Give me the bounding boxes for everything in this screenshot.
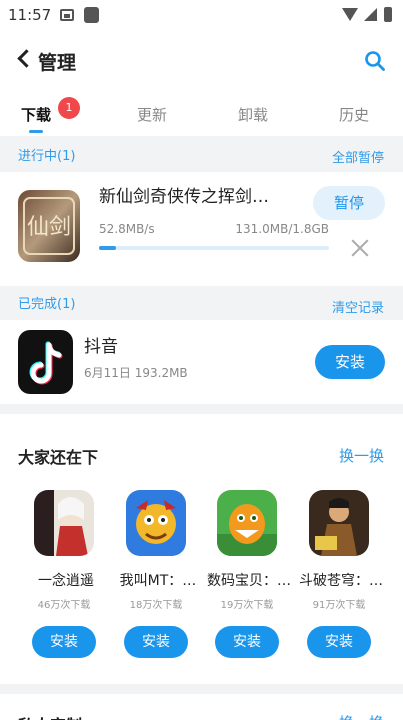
active-tab-indicator bbox=[29, 130, 43, 133]
download-speed: 52.8MB/s bbox=[99, 222, 155, 236]
digimon-app-icon bbox=[217, 490, 277, 556]
yinian-app-icon bbox=[34, 490, 94, 556]
status-time: 11:57 bbox=[8, 6, 52, 24]
downloading-app-name: 新仙剑奇侠传之挥剑… bbox=[99, 187, 269, 207]
recommend-app-name: 我叫MT：… bbox=[119, 573, 197, 589]
woshimt-app-icon bbox=[126, 490, 186, 556]
tab-update[interactable]: 更新 bbox=[137, 104, 167, 125]
download-progress-text: 131.0MB/1.8GB bbox=[235, 222, 329, 236]
install-button[interactable]: 安装 bbox=[215, 626, 279, 658]
tab-uninstall[interactable]: 卸载 bbox=[238, 104, 268, 125]
downloading-section-title: 进行中(1) bbox=[18, 149, 76, 164]
refresh-button[interactable]: 换一换 bbox=[339, 445, 384, 466]
recommend-app-name: 一念逍遥 bbox=[38, 573, 94, 589]
wifi-icon bbox=[342, 8, 358, 21]
completed-app-name: 抖音 bbox=[84, 337, 118, 357]
recommend-item[interactable]: 一念逍遥 46万次下载 安装 bbox=[18, 490, 108, 660]
tab-history[interactable]: 历史 bbox=[339, 104, 369, 125]
pause-button[interactable]: 暂停 bbox=[313, 186, 385, 220]
completed-section-title: 已完成(1) bbox=[18, 297, 76, 312]
search-icon[interactable] bbox=[364, 50, 386, 72]
douyin-app-icon bbox=[18, 330, 73, 394]
back-arrow-icon[interactable] bbox=[17, 49, 36, 68]
install-button[interactable]: 安装 bbox=[307, 626, 371, 658]
svg-text:仙剑: 仙剑 bbox=[27, 215, 71, 240]
downloading-item: 仙剑 新仙剑奇侠传之挥剑… 52.8MB/s 131.0MB/1.8GB 暂停 bbox=[0, 172, 403, 286]
clear-records-button[interactable]: 清空记录 bbox=[332, 297, 384, 316]
install-button[interactable]: 安装 bbox=[315, 345, 385, 379]
download-progress-bar bbox=[99, 246, 329, 250]
status-bar: 11:57 bbox=[0, 0, 403, 32]
recommend-item[interactable]: 数码宝贝：… 19万次下载 安装 bbox=[201, 490, 291, 660]
completed-item: 抖音 6月11日 193.2MB 安装 bbox=[0, 320, 403, 404]
app-header: 管理 bbox=[0, 32, 403, 90]
xianjian-app-icon: 仙剑 bbox=[18, 190, 80, 262]
recommend-title: 大家还在下 bbox=[18, 448, 99, 467]
page-title: 管理 bbox=[38, 52, 77, 74]
recommend-download-count: 91万次下载 bbox=[312, 600, 366, 611]
install-button[interactable]: 安装 bbox=[32, 626, 96, 658]
signal-icon bbox=[364, 8, 377, 21]
next-section-title: 私人定制 bbox=[18, 712, 82, 720]
recommend-download-count: 19万次下载 bbox=[220, 600, 274, 611]
recommend-app-name: 斗破苍穹：… bbox=[299, 573, 383, 589]
doupo-app-icon bbox=[309, 490, 369, 556]
cancel-download-icon[interactable] bbox=[350, 238, 370, 258]
next-section: 私人定制 换一换 bbox=[0, 694, 403, 720]
tab-bar: 下载 1 更新 卸载 历史 bbox=[0, 90, 403, 136]
battery-icon bbox=[384, 7, 392, 22]
recommend-section: 大家还在下 换一换 一念逍遥 46万次下载 安装 我叫MT：… 18万次下载 安… bbox=[0, 414, 403, 684]
next-section-refresh[interactable]: 换一换 bbox=[339, 712, 384, 720]
gallery-notification-icon bbox=[60, 9, 74, 21]
completed-app-meta: 6月11日 193.2MB bbox=[84, 366, 188, 380]
app-notification-icon bbox=[84, 7, 99, 23]
recommend-download-count: 18万次下载 bbox=[129, 600, 183, 611]
download-count-badge: 1 bbox=[58, 97, 80, 119]
install-button[interactable]: 安装 bbox=[124, 626, 188, 658]
recommend-app-name: 数码宝贝：… bbox=[207, 573, 291, 589]
download-progress-fill bbox=[99, 246, 116, 250]
tab-download[interactable]: 下载 bbox=[21, 104, 51, 125]
recommend-item[interactable]: 斗破苍穹：… 91万次下载 安装 bbox=[293, 490, 383, 660]
recommend-item[interactable]: 我叫MT：… 18万次下载 安装 bbox=[110, 490, 200, 660]
recommend-download-count: 46万次下载 bbox=[37, 600, 91, 611]
pause-all-button[interactable]: 全部暂停 bbox=[332, 147, 384, 166]
